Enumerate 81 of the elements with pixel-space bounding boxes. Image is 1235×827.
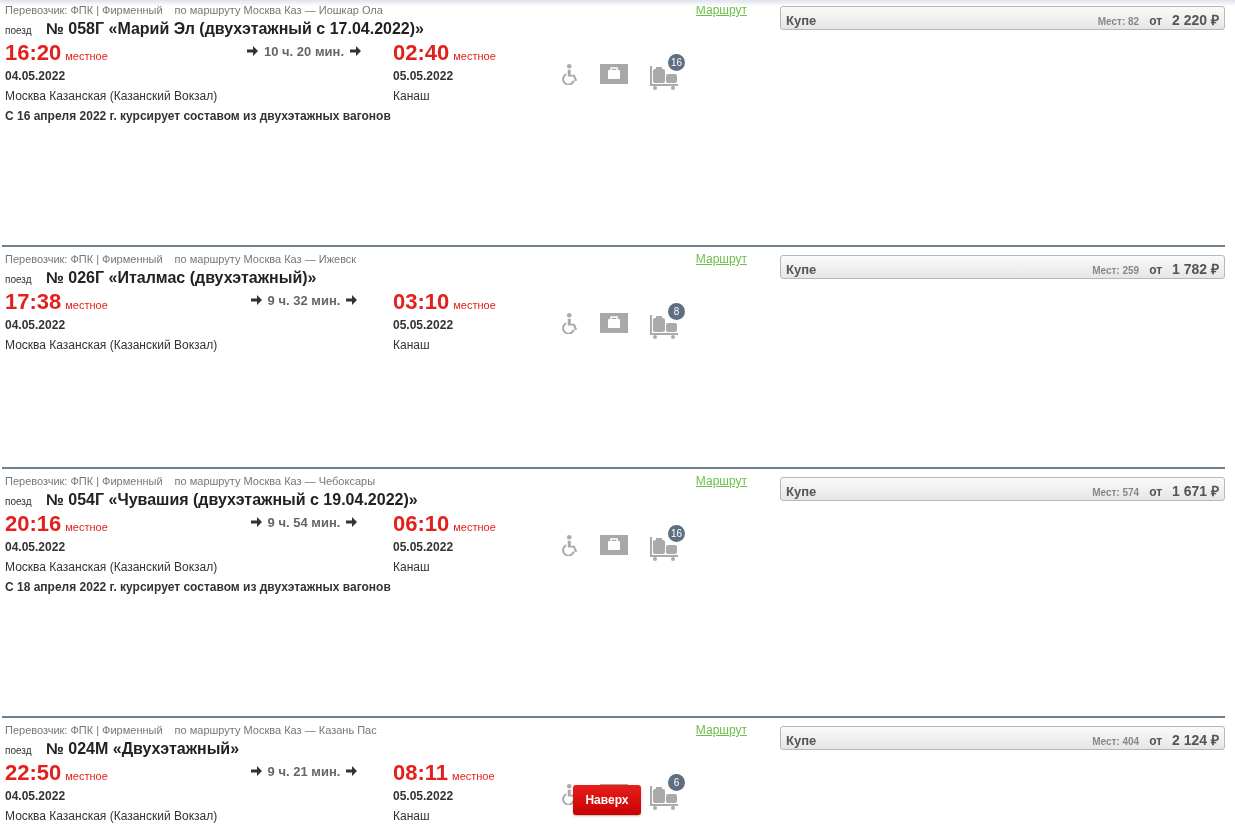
time-zone-label: местное	[452, 770, 495, 782]
travel-duration: 9 ч. 32 мин.	[267, 292, 341, 308]
arrow-icon	[346, 517, 358, 527]
departure-station: Москва Казанская (Казанский Вокзал)	[5, 338, 219, 352]
departure-time: 16:20	[5, 40, 62, 66]
train-title: № 058Г «Марий Эл (двухэтажный с 17.04.2022)»	[46, 20, 424, 38]
travel-duration: 9 ч. 21 мин.	[267, 763, 341, 779]
time-zone-label: местное	[65, 299, 108, 311]
arrival-date: 05.05.2022	[393, 69, 455, 83]
arrival-date: 05.05.2022	[393, 318, 455, 332]
arrival-station: Канаш	[393, 338, 431, 352]
car-class-bar[interactable]: Купе Мест: 82 от 2 220 ₽	[780, 6, 1225, 30]
count-badge: 16	[668, 54, 685, 71]
arrow-icon	[250, 517, 262, 527]
carrier-text: Перевозчик: ФПК | Фирменный	[5, 4, 163, 16]
luggage-cart-icon	[650, 313, 680, 339]
departure-date: 04.05.2022	[5, 540, 67, 554]
arrow-icon	[250, 766, 262, 776]
route-text: по маршруту Москва Каз — Ижевск	[174, 253, 357, 265]
departure-station: Москва Казанская (Казанский Вокзал)	[5, 560, 219, 574]
travel-duration: 10 ч. 20 мин.	[264, 43, 344, 59]
arrival-time: 03:10	[393, 289, 450, 315]
time-zone-label: местное	[65, 521, 108, 533]
route-text: по маршруту Москва Каз — Чебоксары	[174, 475, 376, 487]
wheelchair-icon	[561, 64, 578, 85]
arrow-icon	[247, 46, 258, 56]
departure-date: 04.05.2022	[5, 69, 67, 83]
departure-date: 04.05.2022	[5, 318, 67, 332]
car-class-bar[interactable]: Купе Мест: 574 от 1 671 ₽	[780, 477, 1225, 501]
back-to-top-button[interactable]: Наверх	[573, 785, 641, 815]
car-class-bar[interactable]: Купе Мест: 259 от 1 782 ₽	[780, 255, 1225, 279]
wheelchair-icon	[561, 535, 578, 556]
arrival-date: 05.05.2022	[393, 789, 455, 803]
departure-time: 22:50	[5, 760, 62, 786]
departure-station: Москва Казанская (Казанский Вокзал)	[5, 89, 219, 103]
arrow-icon	[346, 295, 358, 305]
car-class-bar[interactable]: Купе Мест: 404 от 2 124 ₽	[780, 726, 1225, 750]
route-text: по маршруту Москва Каз — Йошкар Ола	[174, 4, 383, 16]
carrier-text: Перевозчик: ФПК | Фирменный	[5, 475, 163, 487]
arrival-date: 05.05.2022	[393, 540, 455, 554]
route-text: по маршруту Москва Каз — Казань Пас	[174, 724, 377, 736]
arrow-icon	[250, 295, 262, 305]
arrow-icon	[350, 46, 361, 56]
travel-duration: 9 ч. 54 мин.	[267, 514, 341, 530]
bag-icon	[600, 313, 628, 333]
arrival-time: 02:40	[393, 40, 450, 66]
arrival-station: Канаш	[393, 89, 431, 103]
wheelchair-icon	[561, 313, 578, 334]
time-zone-label: местное	[65, 770, 108, 782]
arrival-time: 06:10	[393, 511, 450, 537]
bag-icon	[600, 535, 628, 555]
train-note: С 16 апреля 2022 г. курсирует составом из двухэтажных вагонов	[5, 109, 392, 123]
bag-icon	[600, 64, 628, 84]
time-zone-label: местное	[453, 521, 496, 533]
carrier-text: Перевозчик: ФПК | Фирменный	[5, 253, 163, 265]
count-badge: 6	[668, 774, 685, 791]
arrival-station: Канаш	[393, 560, 431, 574]
arrival-time: 08:11	[393, 760, 449, 786]
count-badge: 16	[668, 525, 685, 542]
time-zone-label: местное	[65, 50, 108, 62]
luggage-cart-icon	[650, 535, 680, 561]
departure-date: 04.05.2022	[5, 789, 67, 803]
count-badge: 8	[668, 303, 685, 320]
luggage-cart-icon	[650, 784, 680, 810]
carrier-text: Перевозчик: ФПК | Фирменный	[5, 724, 163, 736]
train-note: С 18 апреля 2022 г. курсирует составом из двухэтажных вагонов	[5, 580, 392, 594]
train-label: поезд	[5, 745, 33, 756]
time-zone-label: местное	[453, 50, 496, 62]
train-label: поезд	[5, 25, 33, 36]
departure-time: 20:16	[5, 511, 62, 537]
time-zone-label: местное	[453, 299, 496, 311]
train-title: № 024М «Двухэтажный»	[46, 740, 240, 758]
luggage-cart-icon	[650, 64, 680, 90]
train-title: № 026Г «Италмас (двухэтажный)»	[46, 269, 317, 287]
train-label: поезд	[5, 496, 33, 507]
arrival-station: Канаш	[393, 809, 431, 823]
arrow-icon	[346, 766, 358, 776]
train-title: № 054Г «Чувашия (двухэтажный с 19.04.2022)»	[46, 491, 418, 509]
departure-station: Москва Казанская (Казанский Вокзал)	[5, 809, 219, 823]
departure-time: 17:38	[5, 289, 62, 315]
train-label: поезд	[5, 274, 33, 285]
